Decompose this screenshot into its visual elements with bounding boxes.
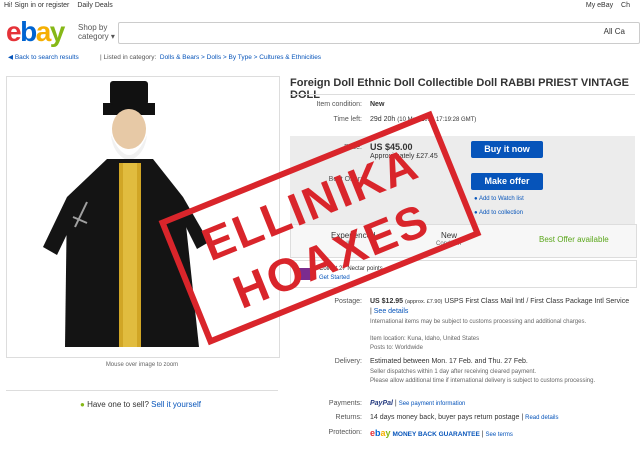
breadcrumb: ◀ Back to search results | Listed in cat… [8, 54, 322, 61]
plus-icon: ● [474, 196, 478, 202]
category-path-link[interactable]: Dolls & Bears > Dolls > By Type > Cultur… [160, 54, 321, 61]
seller-experience: Experienced [331, 231, 376, 240]
make-offer-button[interactable]: Make offer [471, 173, 543, 190]
watch-list-link[interactable]: ● Add to Watch list [474, 196, 524, 202]
allow-note: Please allow additional time if internat… [370, 378, 596, 384]
price-value: US $45.00 [370, 142, 413, 152]
condition-new: New [441, 231, 458, 240]
protection-value: ebay MONEY BACK GUARANTEE | See terms [370, 428, 513, 438]
search-input[interactable]: All Ca [118, 22, 640, 44]
best-offer-label: Best Offer: [328, 176, 362, 183]
cart-link[interactable]: Ch [621, 2, 630, 9]
back-to-results-link[interactable]: Back to search results [15, 54, 79, 61]
plus-icon: ● [474, 210, 478, 216]
sell-it-yourself-link[interactable]: Sell it yourself [151, 400, 201, 409]
ebay-mini-logo: ebay [370, 428, 391, 438]
nectar-box: Collect 27 Nectar points Get Started [290, 260, 637, 288]
posts-to: Posts to: Worldwide [370, 345, 423, 351]
zoom-caption: Mouse over image to zoom [105, 362, 179, 368]
top-bar: Hi! Sign in or register Daily Deals My e… [0, 0, 640, 12]
best-offer-available: Best Offer available [539, 235, 609, 244]
item-title: Foreign Doll Ethnic Doll Collectible Dol… [290, 77, 629, 101]
payments-label: Payments: [328, 400, 362, 407]
payment-info-link[interactable]: See payment information [399, 401, 466, 407]
intl-note: International items may be subject to cu… [370, 319, 587, 325]
delivery-value: Estimated between Mon. 17 Feb. and Thu. … [370, 358, 528, 365]
protection-label: Protection: [328, 429, 362, 436]
condition-caption: Condition [436, 241, 462, 247]
priest-doll-image [7, 77, 279, 357]
chevron-down-icon: ▾ [110, 32, 115, 41]
divider [6, 390, 278, 391]
condition-label: Item condition: [316, 101, 362, 108]
paypal-logo: PayPal [370, 400, 393, 407]
divider [290, 94, 635, 95]
returns-label: Returns: [335, 414, 362, 421]
timeleft-value: 29d 20h (10 Mar, 2014 17:19:28 GMT) [370, 116, 477, 123]
condition-value: New [370, 101, 385, 108]
daily-deals-link[interactable]: Daily Deals [77, 2, 112, 9]
lightbulb-icon: ● [80, 400, 85, 409]
see-details-link[interactable]: See details [374, 308, 409, 315]
get-started-link[interactable]: Get Started [319, 275, 350, 281]
product-image[interactable] [6, 76, 280, 358]
approx-price: Approximately £27.45 [370, 153, 438, 160]
back-arrow-icon: ◀ [8, 54, 13, 61]
seller-summary: Experienced Seller New Condition Best Of… [290, 224, 637, 258]
price-label: Price: [344, 144, 362, 151]
payments-value: PayPal | See payment information [370, 400, 466, 407]
item-location: Item location: Kuna, Idaho, United State… [370, 336, 480, 342]
buy-it-now-button[interactable]: Buy it now [471, 141, 543, 158]
postage-value: US $12.95 (approx. £7.90) USPS First Cla… [370, 298, 630, 315]
postage-label: Postage: [334, 298, 362, 305]
nectar-points: Collect 27 Nectar points [319, 266, 383, 272]
sell-prompt: ● Have one to sell? Sell it yourself [80, 400, 201, 409]
signin-link[interactable]: Hi! Sign in or register [4, 2, 69, 9]
returns-value: 14 days money back, buyer pays return po… [370, 414, 559, 421]
ebay-logo[interactable]: ebay [6, 16, 65, 48]
search-category-select[interactable]: All Ca [604, 27, 625, 36]
read-details-link[interactable]: Read details [525, 415, 558, 421]
my-ebay-link[interactable]: My eBay [586, 2, 613, 9]
header: ebay Shop by category ▾ All Ca [0, 14, 640, 48]
nectar-icon [295, 268, 313, 280]
see-terms-link[interactable]: See terms [486, 432, 513, 438]
collection-link[interactable]: ● Add to collection [474, 210, 523, 216]
seller-label: Seller [339, 241, 355, 247]
timeleft-label: Time left: [333, 116, 362, 123]
delivery-label: Delivery: [334, 358, 362, 365]
shop-by-category-button[interactable]: Shop by category ▾ [78, 23, 115, 41]
dispatch-note: Seller dispatches within 1 day after rec… [370, 369, 537, 375]
